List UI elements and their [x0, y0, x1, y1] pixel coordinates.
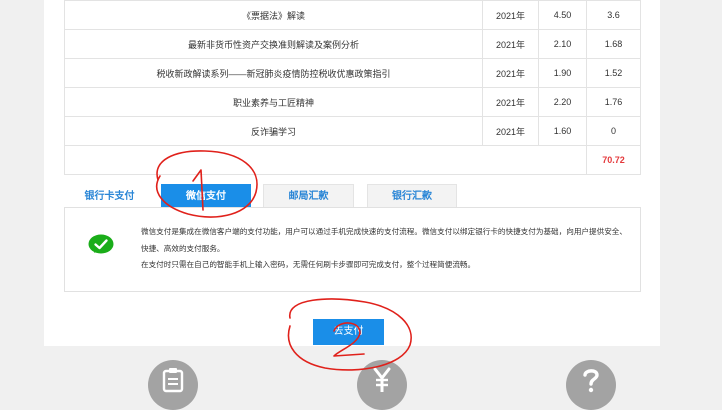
clipboard-icon[interactable] [148, 360, 198, 410]
payment-method-tabs: 银行卡支付 微信支付 邮局汇款 银行汇款 [64, 184, 640, 208]
total-amount: 70.72 [586, 145, 641, 175]
table-row: 税收新政解读系列——新冠肺炎疫情防控税收优惠政策指引 2021年 1.90 1.… [64, 58, 641, 88]
yuan-icon[interactable] [357, 360, 407, 410]
wechat-payment-description: 微信支付是集成在微信客户端的支付功能，用户可以通过手机完成快速的支付流程。微信支… [141, 224, 633, 274]
course-year: 2021年 [482, 58, 539, 88]
course-discount-price: 1.52 [586, 58, 641, 88]
description-paragraph: 在支付时只需在自己的智能手机上输入密码，无需任何刷卡步骤即可完成支付，整个过程简… [141, 260, 476, 269]
course-table: 《票据法》解读 2021年 4.50 3.6 最新非货币性资产交换准则解读及案例… [64, 0, 641, 175]
tab-wechat-payment[interactable]: 微信支付 [161, 184, 251, 208]
tab-postal-remittance[interactable]: 邮局汇款 [263, 184, 354, 208]
description-paragraph: 微信支付是集成在微信客户端的支付功能，用户可以通过手机完成快速的支付流程。微信支… [141, 227, 627, 253]
course-price: 1.60 [538, 116, 587, 146]
course-price: 1.90 [538, 58, 587, 88]
course-year: 2021年 [482, 87, 539, 117]
total-row-spacer [64, 145, 587, 175]
course-year: 2021年 [482, 116, 539, 146]
course-title: 最新非货币性资产交换准则解读及案例分析 [64, 29, 483, 59]
table-row: 《票据法》解读 2021年 4.50 3.6 [64, 0, 641, 30]
course-title: 税收新政解读系列——新冠肺炎疫情防控税收优惠政策指引 [64, 58, 483, 88]
tab-bank-remittance[interactable]: 银行汇款 [367, 184, 457, 208]
wechat-payment-panel: 微信支付是集成在微信客户端的支付功能，用户可以通过手机完成快速的支付流程。微信支… [64, 207, 641, 292]
table-row: 职业素养与工匠精神 2021年 2.20 1.76 [64, 87, 641, 117]
course-discount-price: 1.68 [586, 29, 641, 59]
wechat-icon [88, 234, 114, 255]
course-title: 《票据法》解读 [64, 0, 483, 30]
course-price: 2.10 [538, 29, 587, 59]
go-pay-button[interactable]: 去支付 [313, 319, 384, 345]
course-year: 2021年 [482, 0, 539, 30]
course-title: 职业素养与工匠精神 [64, 87, 483, 117]
table-row: 反诈骗学习 2021年 1.60 0 [64, 116, 641, 146]
tab-bank-card-payment[interactable]: 银行卡支付 [64, 184, 155, 208]
course-title: 反诈骗学习 [64, 116, 483, 146]
course-price: 2.20 [538, 87, 587, 117]
course-discount-price: 0 [586, 116, 641, 146]
course-discount-price: 3.6 [586, 0, 641, 30]
question-icon[interactable] [566, 360, 616, 410]
total-row: 70.72 [64, 145, 641, 175]
course-discount-price: 1.76 [586, 87, 641, 117]
table-row: 最新非货币性资产交换准则解读及案例分析 2021年 2.10 1.68 [64, 29, 641, 59]
course-price: 4.50 [538, 0, 587, 30]
course-year: 2021年 [482, 29, 539, 59]
